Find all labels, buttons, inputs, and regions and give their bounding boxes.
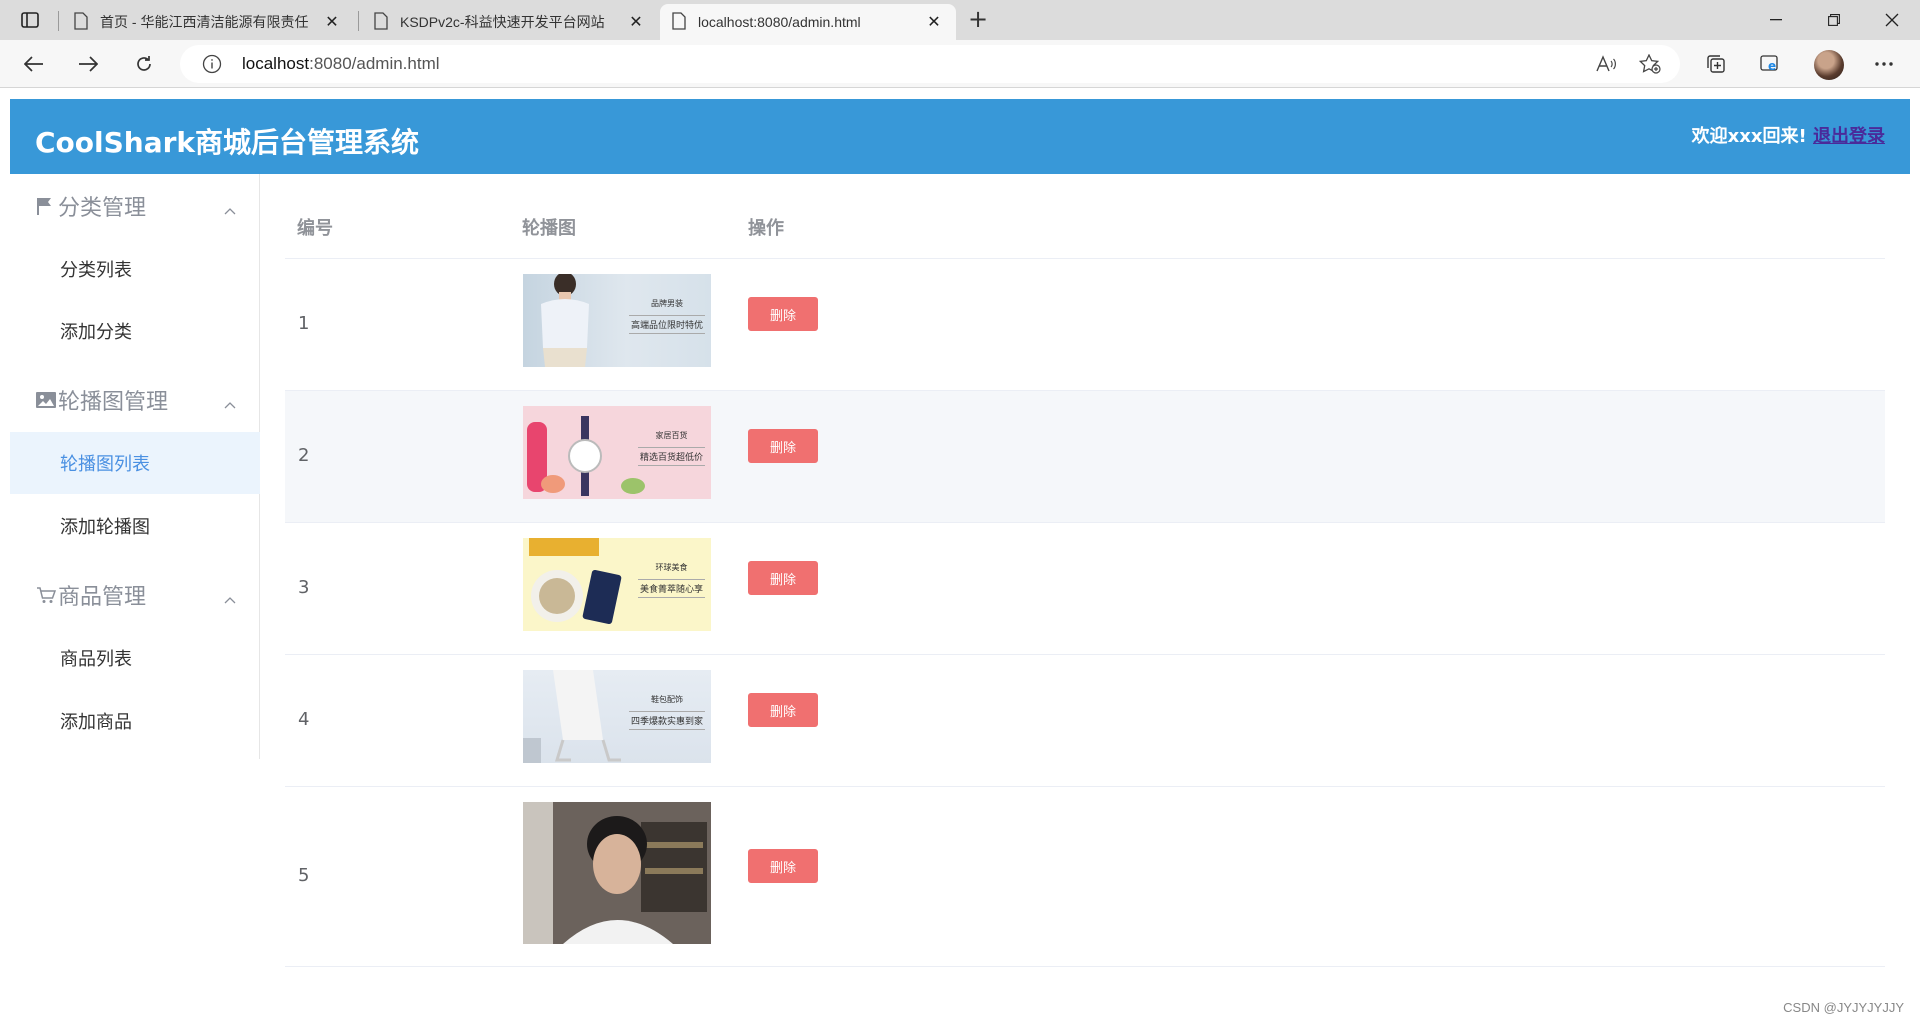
menu-group-label: 轮播图管理: [58, 390, 169, 415]
banner-caption: 环球美食 美食菁萃随心享: [637, 562, 705, 598]
tab-actions-icon[interactable]: [16, 8, 44, 32]
tab-title: 首页 - 华能江西清洁能源有限责任: [100, 14, 309, 30]
welcome-text: 欢迎xxx回来!: [1691, 126, 1807, 147]
delete-button[interactable]: 删除: [748, 849, 818, 883]
watermark: CSDN @JYJYJYJJY: [1783, 1000, 1904, 1015]
menu-group-category[interactable]: 分类管理: [10, 174, 260, 238]
banner-caption: 品牌男装 高端品位限时特优: [628, 298, 705, 334]
sidebar-menu: 分类管理 分类列表 添加分类 轮播图管理 轮播图列表 添加轮播图 商品管理 商品…: [10, 174, 260, 759]
tab-3-active[interactable]: localhost:8080/admin.html ✕: [660, 4, 956, 40]
row-id: 4: [298, 709, 310, 730]
delete-button[interactable]: 删除: [748, 297, 818, 331]
banner-caption: 鞋包配饰 四季爆款实惠到家: [628, 694, 705, 730]
read-aloud-icon[interactable]: [1590, 48, 1622, 80]
close-icon[interactable]: ✕: [322, 12, 342, 32]
sidebar-item-product-list[interactable]: 商品列表: [10, 627, 260, 689]
tab-separator: [58, 11, 59, 31]
new-tab-button[interactable]: +: [964, 6, 992, 34]
image-icon: [36, 390, 56, 410]
sidebar-item-add-product[interactable]: 添加商品: [10, 690, 260, 752]
caption-bottom: 美食菁萃随心享: [637, 579, 705, 598]
close-icon[interactable]: ✕: [924, 12, 944, 32]
svg-text:e: e: [1768, 59, 1776, 73]
menu-group-banner[interactable]: 轮播图管理: [10, 368, 260, 432]
favorite-star-icon[interactable]: [1634, 48, 1666, 80]
logout-link[interactable]: 退出登录: [1813, 126, 1885, 147]
row-id: 2: [298, 445, 310, 466]
restore-icon[interactable]: [1806, 0, 1862, 40]
banner-thumbnail: 品牌男装 高端品位限时特优: [523, 274, 711, 367]
table-row: 3 环球美食 美食菁萃随心享 删除: [285, 523, 1885, 655]
caption-bottom: 精选百货超低价: [637, 447, 705, 466]
page-icon: [374, 11, 388, 33]
flag-icon: [36, 196, 56, 216]
column-header-image: 轮播图: [522, 218, 576, 239]
delete-button[interactable]: 删除: [748, 693, 818, 727]
sidebar-item-banner-list[interactable]: 轮播图列表: [10, 432, 260, 494]
page-icon: [74, 11, 88, 33]
tab-1[interactable]: 首页 - 华能江西清洁能源有限责任 ✕: [62, 4, 354, 40]
caption-top: 鞋包配饰: [650, 695, 683, 704]
table-row: 5 删除: [285, 787, 1885, 967]
close-window-icon[interactable]: [1864, 0, 1920, 40]
chevron-up-icon: [224, 196, 236, 221]
caption-top: 品牌男装: [650, 299, 683, 308]
table-row: 2 家居百货 精选百货超低价 删除: [285, 391, 1885, 523]
menu-group-label: 分类管理: [58, 196, 147, 221]
row-id: 3: [298, 577, 310, 598]
collections-icon[interactable]: [1700, 48, 1732, 80]
delete-button[interactable]: 删除: [748, 429, 818, 463]
cart-icon: [36, 585, 56, 605]
banner-image-photo: [523, 802, 711, 944]
sidebar-item-category-list[interactable]: 分类列表: [10, 238, 260, 300]
url-path: :8080/admin.html: [309, 54, 440, 73]
tab-2[interactable]: KSDPv2c-科益快速开发平台网站 ✕: [362, 4, 658, 40]
column-header-id: 编号: [297, 218, 333, 239]
caption-top: 家居百货: [655, 431, 688, 440]
banner-thumbnail: 家居百货 精选百货超低价: [523, 406, 711, 499]
app-header: CoolShark商城后台管理系统 欢迎xxx回来! 退出登录: [10, 99, 1910, 174]
menu-group-product[interactable]: 商品管理: [10, 563, 260, 627]
sidebar-item-add-banner[interactable]: 添加轮播图: [10, 495, 260, 557]
column-header-action: 操作: [748, 218, 784, 239]
menu-group-label: 商品管理: [58, 585, 147, 610]
chevron-up-icon: [224, 585, 236, 610]
row-id: 5: [298, 865, 310, 886]
more-options-icon[interactable]: [1868, 48, 1900, 80]
info-icon[interactable]: [202, 54, 222, 78]
tab-separator: [358, 11, 359, 31]
tab-title: KSDPv2c-科益快速开发平台网站: [400, 14, 605, 30]
caption-bottom: 四季爆款实惠到家: [628, 711, 705, 730]
banner-caption: 家居百货 精选百货超低价: [637, 430, 705, 466]
sidebar-item-add-category[interactable]: 添加分类: [10, 300, 260, 362]
page: CoolShark商城后台管理系统 欢迎xxx回来! 退出登录 分类管理 分类列…: [0, 89, 1920, 1021]
caption-bottom: 高端品位限时特优: [628, 315, 705, 334]
minimize-icon[interactable]: [1748, 0, 1804, 40]
banner-thumbnail: 鞋包配饰 四季爆款实惠到家: [523, 670, 711, 763]
close-icon[interactable]: ✕: [626, 12, 646, 32]
browser-tab-bar: 首页 - 华能江西清洁能源有限责任 ✕ KSDPv2c-科益快速开发平台网站 ✕…: [0, 0, 1920, 40]
chevron-up-icon: [224, 390, 236, 415]
delete-button[interactable]: 删除: [748, 561, 818, 595]
ie-mode-icon[interactable]: e: [1754, 48, 1786, 80]
url-input[interactable]: localhost:8080/admin.html: [180, 45, 1680, 83]
back-arrow-icon[interactable]: [18, 48, 50, 80]
table-row: 4 鞋包配饰 四季爆款实惠到家 删除: [285, 655, 1885, 787]
page-icon: [672, 11, 686, 33]
brand-title: CoolShark商城后台管理系统: [35, 126, 420, 159]
url-text: localhost:8080/admin.html: [242, 54, 440, 74]
welcome-area: 欢迎xxx回来! 退出登录: [1692, 122, 1885, 148]
banner-thumbnail: [523, 802, 711, 944]
profile-avatar[interactable]: [1814, 50, 1844, 80]
row-id: 1: [298, 313, 310, 334]
forward-arrow-icon[interactable]: [72, 48, 104, 80]
banner-thumbnail: 环球美食 美食菁萃随心享: [523, 538, 711, 631]
refresh-icon[interactable]: [128, 48, 160, 80]
tab-title: localhost:8080/admin.html: [698, 14, 861, 30]
table-header: 编号 轮播图 操作: [285, 174, 1885, 259]
address-toolbar: localhost:8080/admin.html e: [0, 40, 1920, 88]
caption-top: 环球美食: [655, 563, 688, 572]
table-row: 1 品牌男装 高端品位限时特优 删除: [285, 259, 1885, 391]
url-host: localhost: [242, 54, 310, 73]
